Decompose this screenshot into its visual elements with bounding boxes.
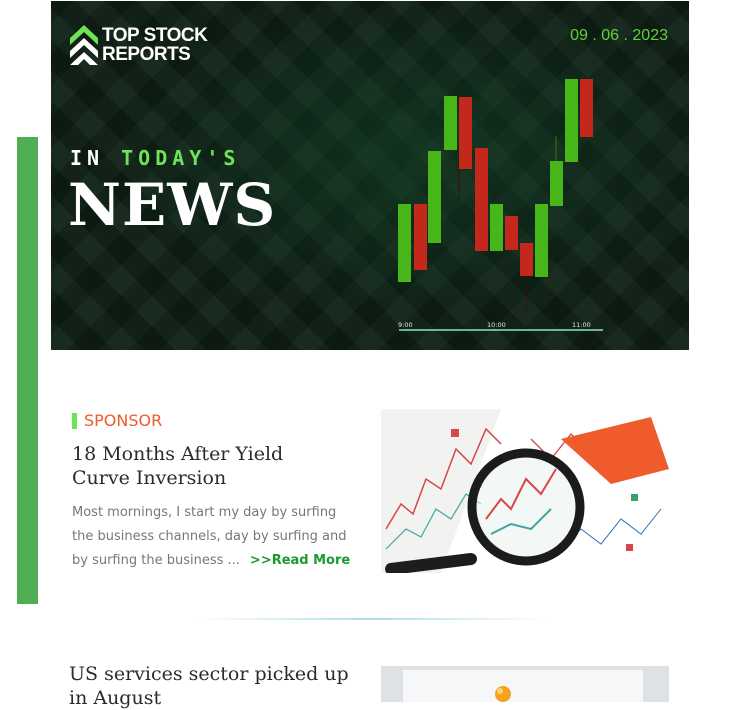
header-banner: TOP STOCK REPORTS 09 . 06 . 2023 IN TODA… [51, 1, 689, 350]
logo-line-2: REPORTS [102, 44, 191, 65]
tagline-highlight: TODAY'S [121, 146, 241, 170]
issue-date: 09 . 06 . 2023 [570, 27, 668, 44]
candle-up [398, 204, 411, 282]
article-image[interactable] [381, 666, 669, 702]
headline: NEWS [68, 171, 277, 239]
candle-down [505, 216, 518, 250]
read-more-link[interactable]: >>Read More [250, 553, 350, 568]
candle-up [444, 96, 457, 150]
candle-up [490, 204, 503, 251]
time-label: 10:00 [487, 321, 506, 329]
candle-up [535, 204, 548, 277]
tagline-prefix: IN [70, 146, 105, 170]
candle-up [428, 151, 441, 243]
candle-up [565, 79, 578, 162]
candle-down [520, 243, 533, 276]
sponsor-label-text: SPONSOR [84, 411, 163, 430]
tagline: IN TODAY'S [70, 146, 240, 170]
candle-down [580, 79, 593, 137]
article-title[interactable]: US services sector picked up in August [69, 662, 349, 710]
sponsor-badge: SPONSOR [72, 411, 162, 430]
sponsor-marker [72, 412, 77, 429]
candle-down [459, 97, 472, 169]
chevron-up-logo-icon [70, 25, 98, 65]
section-divider [196, 618, 548, 620]
time-label: 9:00 [398, 321, 413, 329]
pushpin-document-image [381, 666, 669, 702]
article-excerpt: Most mornings, I start my day by surfing… [72, 501, 357, 573]
article-image[interactable] [381, 409, 669, 573]
magnifying-glass-chart-image [381, 409, 669, 573]
logo-line-1: TOP STOCK [102, 25, 208, 46]
candle-down [414, 204, 427, 270]
time-label: 11:00 [572, 321, 591, 329]
brand-logo[interactable]: TOP STOCK REPORTS [70, 25, 208, 65]
article-title[interactable]: 18 Months After Yield Curve Inversion [72, 442, 342, 490]
candlestick-chart-graphic: 9:00 10:00 11:00 [398, 79, 603, 331]
side-accent-bar [17, 137, 38, 604]
logo-text: TOP STOCK REPORTS [102, 25, 208, 65]
candle-up [550, 161, 563, 206]
candle-down [475, 148, 488, 251]
